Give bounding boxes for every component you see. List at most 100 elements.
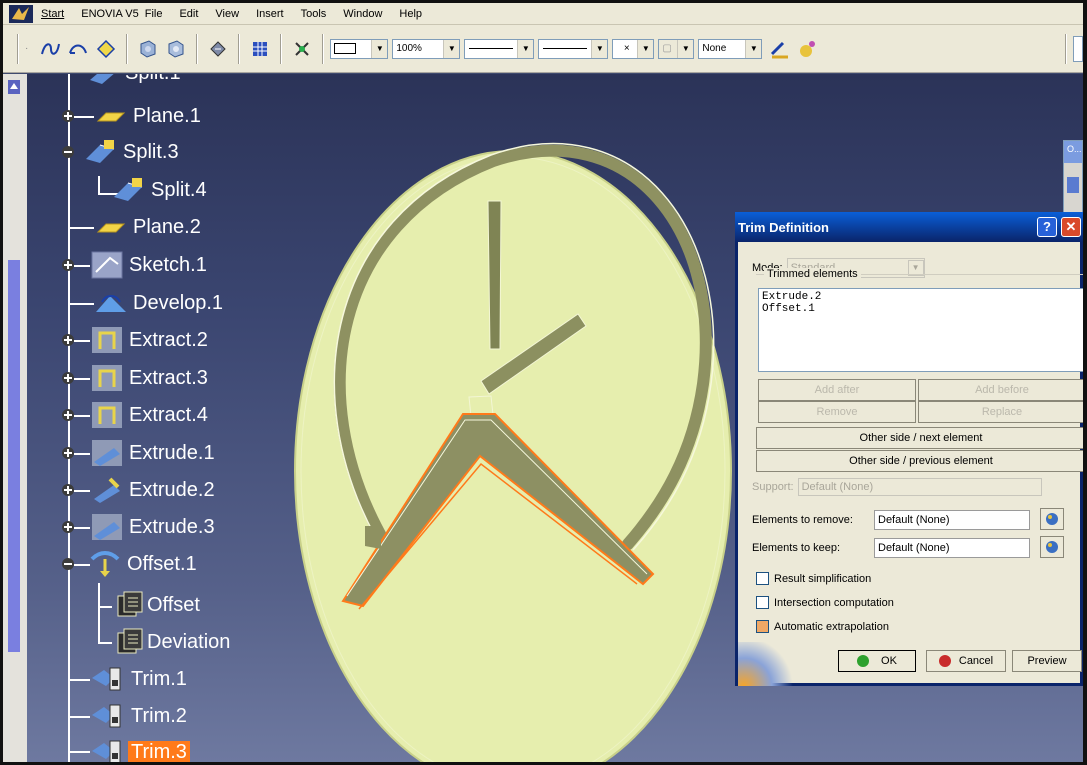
view-iso-icon[interactable] xyxy=(136,37,160,61)
expand-plus-icon[interactable] xyxy=(61,520,75,534)
ok-button[interactable]: OK xyxy=(838,650,916,672)
arc-icon[interactable] xyxy=(66,37,90,61)
tree-scrollbar[interactable] xyxy=(3,74,27,762)
tree-node-extract-3[interactable]: Extract.3 xyxy=(90,363,211,393)
toolbar-separator xyxy=(17,33,19,64)
menu-enovia[interactable]: ENOVIA V5 xyxy=(81,8,138,20)
automatic-extrapolation-checkbox[interactable] xyxy=(756,620,769,633)
collapse-minus-icon[interactable] xyxy=(61,145,75,159)
list-item[interactable]: Offset.1 xyxy=(762,303,1084,315)
chevron-down-icon: ▼ xyxy=(745,39,762,58)
minimized-toolbar-panel[interactable]: O... xyxy=(1063,140,1083,220)
tree-node-plane-1[interactable]: Plane.1 xyxy=(94,101,204,131)
tree-node-plane-2[interactable]: Plane.2 xyxy=(94,212,204,242)
tree-node-split-4[interactable]: Split.4 xyxy=(112,175,210,205)
tree-connector xyxy=(74,116,94,118)
elements-to-remove-field[interactable]: Default (None) xyxy=(874,510,1030,530)
tree-node-trim-1[interactable]: Trim.1 xyxy=(90,664,190,694)
automatic-extrapolation-row[interactable]: Automatic extrapolation xyxy=(756,620,889,633)
menu-help[interactable]: Help xyxy=(399,8,422,20)
intersection-computation-checkbox[interactable] xyxy=(756,596,769,609)
tree-node-split-1[interactable]: Split.1 xyxy=(86,74,184,88)
expand-plus-icon[interactable] xyxy=(61,258,75,272)
scroll-up-icon[interactable] xyxy=(8,80,20,94)
painter-icon[interactable] xyxy=(768,37,792,61)
tree-connector xyxy=(68,303,94,305)
tree-node-extrude-2[interactable]: Extrude.2 xyxy=(90,475,218,505)
dialog-title-bar[interactable]: Trim Definition ? ✕ xyxy=(735,212,1083,242)
fill-color-combo[interactable]: ▼ xyxy=(330,38,389,59)
elements-to-keep-picker-icon[interactable] xyxy=(1040,536,1064,558)
expand-plus-icon[interactable] xyxy=(61,483,75,497)
tree-node-split-3[interactable]: Split.3 xyxy=(84,137,182,167)
point-type-combo[interactable]: × ▼ xyxy=(612,38,655,59)
menu-view[interactable]: View xyxy=(215,8,239,20)
result-simplification-row[interactable]: Result simplification xyxy=(756,572,871,585)
menu-tools[interactable]: Tools xyxy=(301,8,327,20)
color-combo[interactable]: None ▼ xyxy=(698,38,763,59)
chevron-down-icon: ▼ xyxy=(591,39,608,58)
menu-edit[interactable]: Edit xyxy=(179,8,198,20)
expand-plus-icon[interactable] xyxy=(61,408,75,422)
tree-node-offset-1[interactable]: Offset.1 xyxy=(88,549,200,579)
toolbar-button-icon[interactable] xyxy=(1067,177,1079,193)
tree-node-sketch-1[interactable]: Sketch.1 xyxy=(90,250,210,280)
collapse-minus-icon[interactable] xyxy=(61,557,75,571)
other-side-previous-button[interactable]: Other side / previous element xyxy=(756,450,1086,472)
snap-icon[interactable] xyxy=(290,37,314,61)
menu-window[interactable]: Window xyxy=(343,8,382,20)
properties-icon[interactable] xyxy=(796,37,820,61)
tree-node-extract-2[interactable]: Extract.2 xyxy=(90,325,211,355)
trimmed-elements-list[interactable]: Extrude.2 Offset.1 xyxy=(758,288,1087,372)
menu-file[interactable]: File xyxy=(145,8,163,20)
spline-icon[interactable] xyxy=(38,37,62,61)
catia-logo-icon[interactable] xyxy=(9,4,33,23)
expand-plus-icon[interactable] xyxy=(61,446,75,460)
toolbar-overflow[interactable] xyxy=(1073,35,1083,62)
tree-node-extrude-3[interactable]: Extrude.3 xyxy=(90,512,218,542)
menu-insert[interactable]: Insert xyxy=(256,8,284,20)
expand-plus-icon[interactable] xyxy=(61,109,75,123)
line-type-combo[interactable]: ▼ xyxy=(464,38,535,59)
extract-icon xyxy=(90,325,124,355)
add-before-button[interactable]: Add before xyxy=(918,379,1086,401)
add-after-button[interactable]: Add after xyxy=(758,379,916,401)
other-side-next-button[interactable]: Other side / next element xyxy=(756,427,1086,449)
close-icon[interactable]: ✕ xyxy=(1061,217,1081,237)
toolbar-separator xyxy=(238,33,241,64)
elements-to-keep-field[interactable]: Default (None) xyxy=(874,538,1030,558)
list-item[interactable]: Extrude.2 xyxy=(762,291,1084,303)
tree-node-offset-parameter[interactable]: Offset xyxy=(112,590,203,620)
expand-plus-icon[interactable] xyxy=(61,333,75,347)
tree-node-deviation[interactable]: Deviation xyxy=(112,627,233,657)
expand-plus-icon[interactable] xyxy=(61,371,75,385)
layer-combo[interactable]: ▢ ▼ xyxy=(658,38,695,59)
scroll-thumb[interactable] xyxy=(8,260,20,652)
chevron-down-icon: ▼ xyxy=(677,39,694,58)
result-simplification-checkbox[interactable] xyxy=(756,572,769,585)
remove-button[interactable]: Remove xyxy=(758,401,916,423)
replace-button[interactable]: Replace xyxy=(918,401,1086,423)
rotate-icon[interactable] xyxy=(206,37,230,61)
toolbar-separator xyxy=(196,33,199,64)
cancel-button[interactable]: Cancel xyxy=(926,650,1006,672)
intersection-computation-row[interactable]: Intersection computation xyxy=(756,596,894,609)
tree-node-extract-4[interactable]: Extract.4 xyxy=(90,400,211,430)
tree-node-trim-2[interactable]: Trim.2 xyxy=(90,701,190,731)
help-icon[interactable]: ? xyxy=(1037,217,1057,237)
tree-node-trim-3[interactable]: Trim.3 xyxy=(90,737,190,765)
grid-icon[interactable] xyxy=(248,37,272,61)
transparency-combo[interactable]: 100% ▼ xyxy=(392,38,461,59)
view-front-icon[interactable] xyxy=(164,37,188,61)
extrude-icon xyxy=(90,512,124,542)
shape-icon[interactable] xyxy=(94,37,118,61)
support-field[interactable]: Default (None) xyxy=(797,478,1042,496)
tree-node-develop-1[interactable]: Develop.1 xyxy=(94,288,226,318)
elements-to-remove-picker-icon[interactable] xyxy=(1040,508,1064,530)
tree-node-extrude-1[interactable]: Extrude.1 xyxy=(90,438,218,468)
toolbar-separator xyxy=(1065,33,1067,64)
tree-connector xyxy=(74,265,90,267)
preview-button[interactable]: Preview xyxy=(1012,650,1082,672)
menu-start[interactable]: Start xyxy=(41,8,64,20)
line-weight-combo[interactable]: ▼ xyxy=(538,38,609,59)
